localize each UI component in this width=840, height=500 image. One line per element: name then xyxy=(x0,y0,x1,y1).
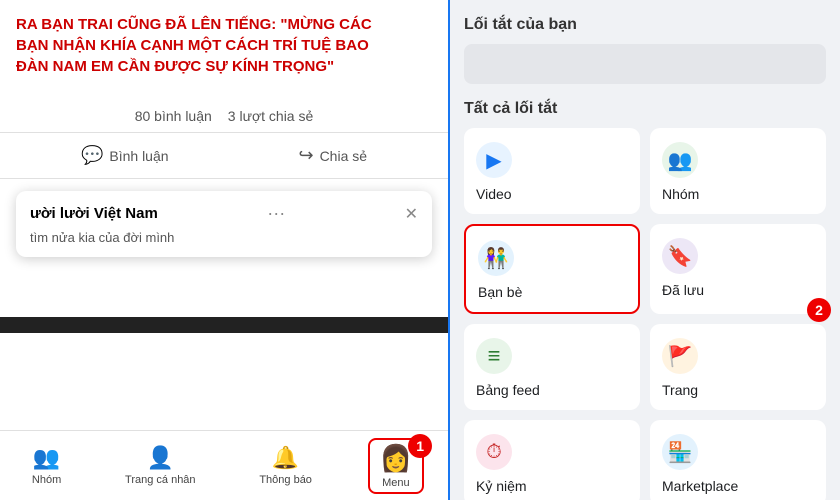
chat-popup-more-button[interactable]: ··· xyxy=(267,203,285,224)
chat-popup-subtitle: tìm nửa kia của đời mình xyxy=(30,230,418,245)
memories-shortcut-icon: ⏱ xyxy=(476,434,512,470)
pages-shortcut-label: Trang xyxy=(662,382,814,398)
groups-shortcut-label: Nhóm xyxy=(662,186,814,202)
memories-shortcut-label: Kỷ niệm xyxy=(476,478,628,494)
pages-shortcut-icon: 🚩 xyxy=(662,338,698,374)
post-headline: RA BẠN TRAI CŨNG ĐÃ LÊN TIẾNG: "MỪNG CÁC… xyxy=(16,14,432,77)
right-panel: Lối tắt của bạn Tất cả lối tắt ▶ Video 👥… xyxy=(450,0,840,500)
shortcuts-grid: ▶ Video 👥 Nhóm 👫 Bạn bè 🔖 Đã lưu 2 ≡ Bản… xyxy=(464,128,826,500)
feed-shortcut-label: Bảng feed xyxy=(476,382,628,398)
nav-menu[interactable]: 👩 Menu 1 xyxy=(368,438,424,494)
decorative-bar xyxy=(0,317,448,333)
nav-menu-label: Menu xyxy=(382,477,410,489)
saved-shortcut-label: Đã lưu xyxy=(662,282,814,298)
share-icon: ↪ xyxy=(298,145,313,166)
shortcut-groups[interactable]: 👥 Nhóm xyxy=(650,128,826,214)
nav-profile[interactable]: 👤 Trang cá nhân xyxy=(117,441,204,490)
nav-notifications-label: Thông báo xyxy=(259,474,312,486)
shortcut-friends[interactable]: 👫 Bạn bè xyxy=(464,224,640,314)
step2-badge: 2 xyxy=(807,298,831,322)
bottom-nav: 👥 Nhóm 👤 Trang cá nhân 🔔 Thông báo 👩 Men… xyxy=(0,430,448,500)
comment-icon: 💬 xyxy=(81,145,103,166)
comment-count: 80 bình luận xyxy=(135,108,212,124)
friends-shortcut-icon: 👫 xyxy=(478,240,514,276)
video-shortcut-label: Video xyxy=(476,186,628,202)
shortcut-saved[interactable]: 🔖 Đã lưu 2 xyxy=(650,224,826,314)
shortcut-memories[interactable]: ⏱ Kỷ niệm xyxy=(464,420,640,500)
nav-groups-label: Nhóm xyxy=(32,474,61,486)
chat-popup-title: ười lười Việt Nam xyxy=(30,205,158,222)
shortcuts-placeholder xyxy=(464,44,826,84)
feed-shortcut-icon: ≡ xyxy=(476,338,512,374)
post-actions: 💬 Bình luận ↪ Chia sẻ xyxy=(0,133,448,179)
video-shortcut-icon: ▶ xyxy=(476,142,512,178)
groups-shortcut-icon: 👥 xyxy=(662,142,698,178)
saved-shortcut-icon: 🔖 xyxy=(662,238,698,274)
left-panel: RA BẠN TRAI CŨNG ĐÃ LÊN TIẾNG: "MỪNG CÁC… xyxy=(0,0,450,500)
post-text-area: RA BẠN TRAI CŨNG ĐÃ LÊN TIẾNG: "MỪNG CÁC… xyxy=(0,0,448,100)
friends-shortcut-label: Bạn bè xyxy=(478,284,626,300)
chat-popup-header: ười lười Việt Nam ··· ✕ xyxy=(30,203,418,224)
share-button[interactable]: ↪ Chia sẻ xyxy=(278,137,387,174)
shortcut-pages[interactable]: 🚩 Trang xyxy=(650,324,826,410)
step1-badge: 1 xyxy=(408,434,432,458)
marketplace-shortcut-label: Marketplace xyxy=(662,478,814,494)
nav-profile-label: Trang cá nhân xyxy=(125,474,196,486)
chat-popup-close-button[interactable]: ✕ xyxy=(405,204,418,224)
comment-button[interactable]: 💬 Bình luận xyxy=(61,137,189,174)
profile-nav-icon: 👤 xyxy=(147,445,174,471)
shortcuts-title: Lối tắt của bạn xyxy=(464,16,826,34)
marketplace-shortcut-icon: 🏪 xyxy=(662,434,698,470)
shortcut-feed[interactable]: ≡ Bảng feed xyxy=(464,324,640,410)
bell-nav-icon: 🔔 xyxy=(272,445,299,471)
nav-notifications[interactable]: 🔔 Thông báo xyxy=(251,441,320,490)
chat-popup: ười lười Việt Nam ··· ✕ tìm nửa kia của … xyxy=(16,191,432,257)
groups-nav-icon: 👥 xyxy=(33,445,60,471)
nav-groups[interactable]: 👥 Nhóm xyxy=(24,441,69,490)
post-stats: 80 bình luận 3 lượt chia sẻ xyxy=(0,100,448,133)
all-shortcuts-title: Tất cả lối tắt xyxy=(464,100,826,118)
shortcut-marketplace[interactable]: 🏪 Marketplace xyxy=(650,420,826,500)
share-count: 3 lượt chia sẻ xyxy=(228,108,313,124)
shortcut-video[interactable]: ▶ Video xyxy=(464,128,640,214)
